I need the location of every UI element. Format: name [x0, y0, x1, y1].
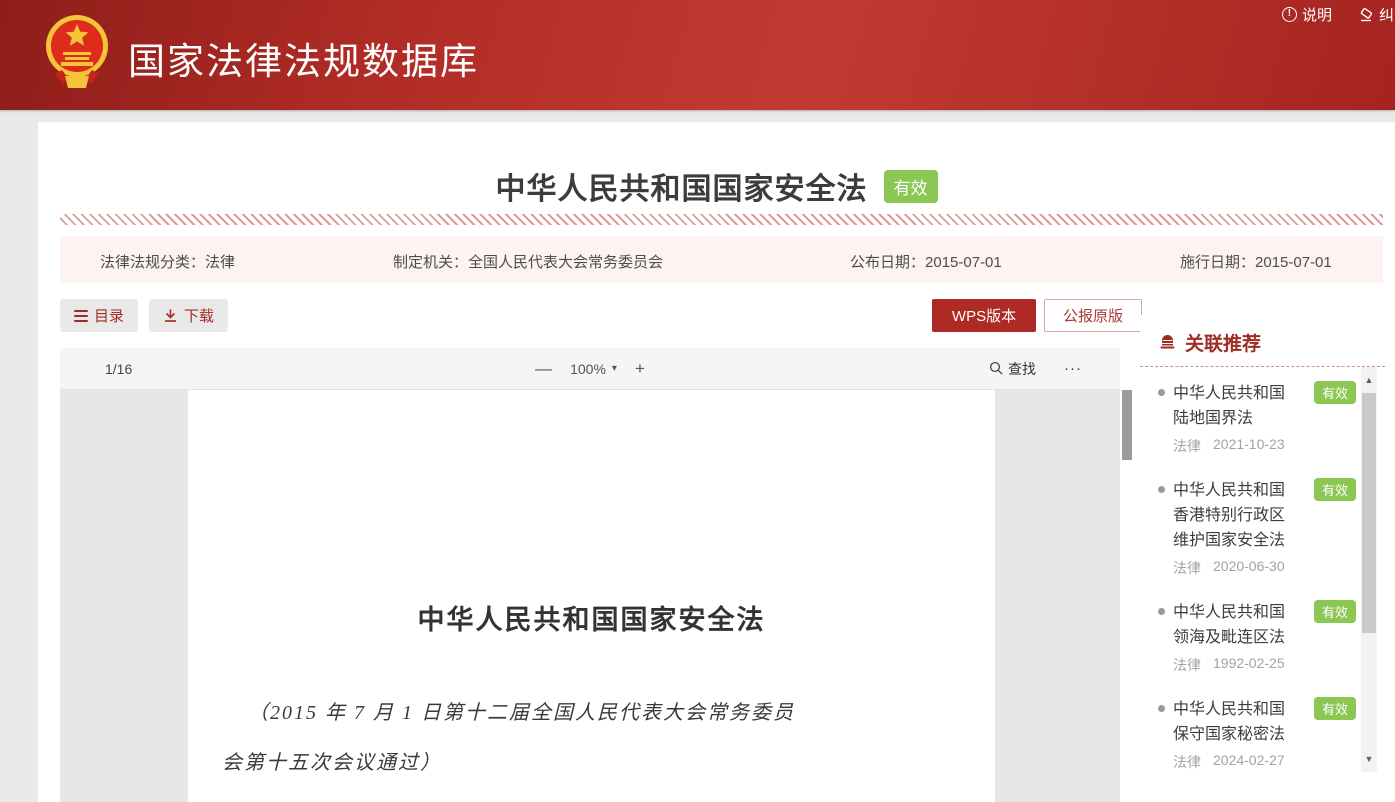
related-item[interactable]: 中华人民共和国保守国家秘密法 有效 法律 2024-02-27 — [1158, 697, 1358, 772]
related-item[interactable]: 中华人民共和国陆地国界法 有效 法律 2021-10-23 — [1158, 381, 1358, 456]
related-item-date: 1992-02-25 — [1213, 655, 1285, 675]
meta-effective-date-value: 2015-07-01 — [1255, 254, 1332, 271]
scroll-up-icon[interactable]: ▲ — [1361, 375, 1377, 385]
viewer-scrollbar[interactable] — [1122, 390, 1132, 460]
viewer-toolbar: 1/16 — 100% ▾ + 查找 ··· — [60, 348, 1120, 390]
related-item-type: 法律 — [1173, 655, 1201, 675]
national-emblem-logo — [45, 12, 109, 92]
related-item-meta: 法律 2021-10-23 — [1173, 436, 1358, 456]
sidebar-scrollbar-thumb[interactable] — [1362, 393, 1376, 633]
pdf-viewer: 1/16 — 100% ▾ + 查找 ··· — [60, 348, 1120, 802]
related-item[interactable]: 中华人民共和国香港特别行政区维护国家安全法 有效 法律 2020-06-30 — [1158, 478, 1358, 578]
eraser-icon — [1358, 7, 1374, 23]
related-item-type: 法律 — [1173, 436, 1201, 456]
explain-link[interactable]: ! 说明 — [1282, 4, 1332, 25]
pdf-law-title: 中华人民共和国国家安全法 — [188, 598, 995, 637]
header-links: ! 说明 纠错 — [1282, 4, 1395, 25]
viewer-body: 中华人民共和国国家安全法 （2015 年 7 月 1 日第十二届全国人民代表大会… — [60, 390, 1120, 802]
catalog-button-label: 目录 — [94, 305, 124, 326]
pdf-passage: （2015 年 7 月 1 日第十二届全国人民代表大会常务委员 会第十五次会议通… — [222, 688, 955, 788]
related-item-title: 中华人民共和国领海及毗连区法 — [1173, 600, 1295, 650]
find-button[interactable]: 查找 — [989, 359, 1036, 379]
related-item-date: 2020-06-30 — [1213, 558, 1285, 578]
pdf-page: 中华人民共和国国家安全法 （2015 年 7 月 1 日第十二届全国人民代表大会… — [188, 390, 995, 802]
bullet-icon — [1158, 486, 1165, 493]
bullet-icon — [1158, 608, 1165, 615]
app-title: 国家法律法规数据库 — [128, 31, 479, 85]
zoom-level-dropdown[interactable]: 100% ▾ — [570, 361, 617, 377]
scroll-down-icon[interactable]: ▼ — [1361, 754, 1377, 764]
meta-category-label: 法律法规分类： — [100, 254, 205, 271]
meta-issuing-body-label: 制定机关： — [393, 254, 468, 271]
app-header: 国家法律法规数据库 ! 说明 纠错 — [0, 0, 1395, 110]
related-sidebar: 关联推荐 中华人民共和国陆地国界法 有效 法律 2021-10-23 中华人民共… — [1140, 315, 1385, 775]
status-badge: 有效 — [884, 170, 938, 203]
download-button-label: 下载 — [184, 305, 214, 326]
meta-bar: 法律法规分类：法律 制定机关：全国人民代表大会常务委员会 公布日期：2015-0… — [60, 236, 1383, 283]
meta-issuing-body: 制定机关：全国人民代表大会常务委员会 — [393, 251, 663, 272]
related-item-status-badge: 有效 — [1314, 381, 1356, 404]
related-item-status-badge: 有效 — [1314, 600, 1356, 623]
sidebar-scrollbar[interactable]: ▲ ▼ — [1361, 367, 1377, 772]
related-list: 中华人民共和国陆地国界法 有效 法律 2021-10-23 中华人民共和国香港特… — [1140, 367, 1385, 772]
download-icon — [163, 308, 178, 323]
related-item-title: 中华人民共和国保守国家秘密法 — [1173, 697, 1295, 747]
bullet-icon — [1158, 389, 1165, 396]
related-item-title: 中华人民共和国香港特别行政区维护国家安全法 — [1173, 478, 1295, 553]
list-icon — [74, 310, 88, 322]
error-report-link[interactable]: 纠错 — [1358, 4, 1395, 25]
sidebar-title: 关联推荐 — [1185, 329, 1261, 356]
meta-category: 法律法规分类：法律 — [100, 251, 235, 272]
info-icon: ! — [1282, 7, 1297, 22]
more-options-button[interactable]: ··· — [1064, 360, 1082, 377]
meta-publish-date-label: 公布日期： — [850, 254, 925, 271]
meta-category-value: 法律 — [205, 254, 235, 271]
passage-line-2: 会第十五次会议通过） — [222, 738, 955, 788]
related-item-meta: 法律 2020-06-30 — [1173, 558, 1358, 578]
meta-publish-date-value: 2015-07-01 — [925, 254, 1002, 271]
law-title: 中华人民共和国国家安全法 — [496, 164, 868, 208]
bell-icon — [1158, 333, 1177, 352]
related-item-status-badge: 有效 — [1314, 697, 1356, 720]
passage-line-1: （2015 年 7 月 1 日第十二届全国人民代表大会常务委员 — [222, 688, 955, 738]
meta-publish-date: 公布日期：2015-07-01 — [850, 251, 1002, 272]
page-indicator: 1/16 — [105, 361, 132, 377]
bullet-icon — [1158, 705, 1165, 712]
meta-effective-date: 施行日期：2015-07-01 — [1180, 251, 1332, 272]
hatch-divider — [60, 214, 1383, 225]
related-item-title: 中华人民共和国陆地国界法 — [1173, 381, 1295, 431]
related-item[interactable]: 中华人民共和国领海及毗连区法 有效 法律 1992-02-25 — [1158, 600, 1358, 675]
zoom-out-button[interactable]: — — [535, 359, 552, 379]
related-item-meta: 法律 2024-02-27 — [1173, 752, 1358, 772]
sidebar-header: 关联推荐 — [1140, 315, 1385, 367]
meta-issuing-body-value: 全国人民代表大会常务委员会 — [468, 254, 663, 271]
zoom-in-button[interactable]: + — [635, 359, 645, 379]
related-item-type: 法律 — [1173, 558, 1201, 578]
zoom-controls: — 100% ▾ + — [535, 359, 645, 379]
catalog-button[interactable]: 目录 — [60, 299, 138, 332]
related-item-date: 2021-10-23 — [1213, 436, 1285, 456]
find-button-label: 查找 — [1008, 359, 1036, 379]
toolbar-right-group: 查找 ··· — [989, 359, 1082, 379]
explain-link-label: 说明 — [1302, 4, 1332, 25]
related-item-meta: 法律 1992-02-25 — [1173, 655, 1358, 675]
wps-version-button[interactable]: WPS版本 — [932, 299, 1036, 332]
gazette-original-button[interactable]: 公报原版 — [1044, 299, 1142, 332]
related-item-status-badge: 有效 — [1314, 478, 1356, 501]
actions-row: 目录 下载 WPS版本 公报原版 — [60, 299, 1120, 333]
content-card: 中华人民共和国国家安全法 有效 法律法规分类：法律 制定机关：全国人民代表大会常… — [38, 122, 1395, 802]
related-item-type: 法律 — [1173, 752, 1201, 772]
related-item-date: 2024-02-27 — [1213, 752, 1285, 772]
doc-title-row: 中华人民共和国国家安全法 有效 — [38, 164, 1395, 208]
zoom-level-value: 100% — [570, 361, 606, 377]
meta-effective-date-label: 施行日期： — [1180, 254, 1255, 271]
search-icon — [989, 361, 1004, 376]
error-report-label: 纠错 — [1379, 4, 1395, 25]
chevron-down-icon: ▾ — [612, 363, 617, 374]
download-button[interactable]: 下载 — [149, 299, 228, 332]
